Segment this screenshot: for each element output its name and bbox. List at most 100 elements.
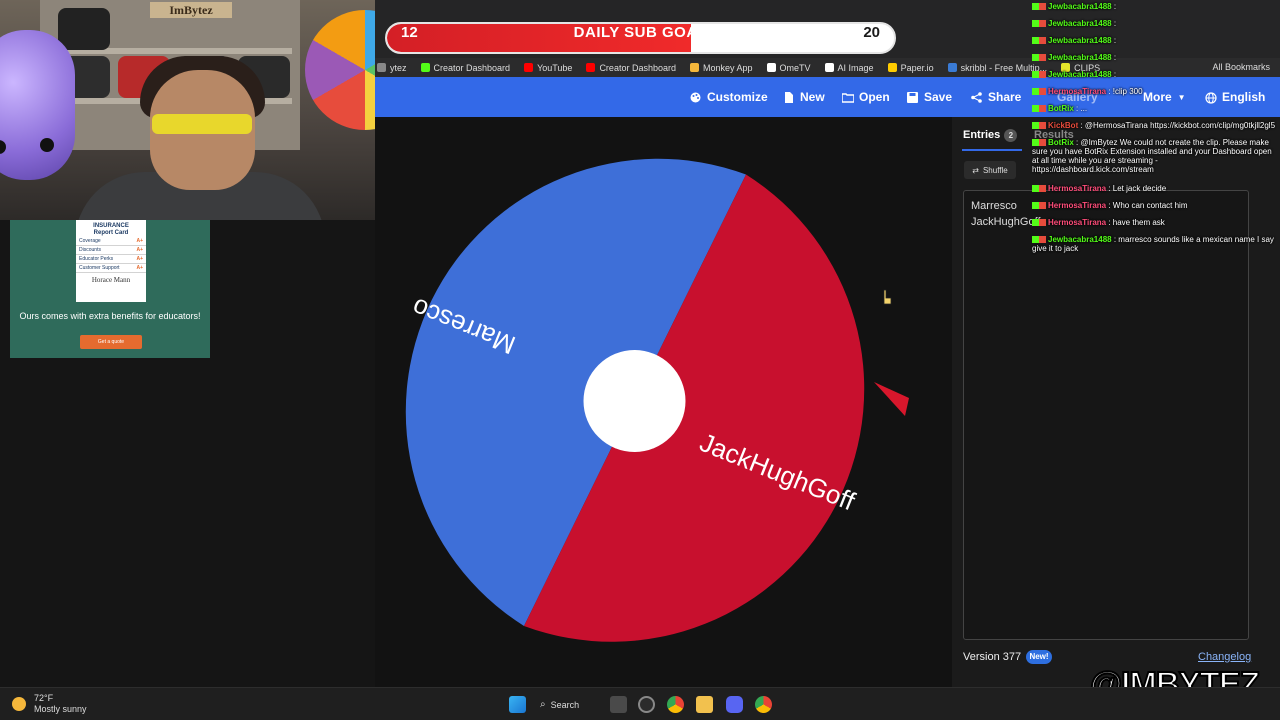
chat-text: : Let jack decide (1106, 184, 1167, 193)
chat-username: HermosaTirana (1048, 218, 1107, 227)
webcam-feed: ImBytez (0, 0, 375, 220)
taskbar-search[interactable]: ⌕ Search (540, 696, 579, 713)
start-icon[interactable] (509, 696, 526, 713)
chat-username: Jewbacabra1488 (1048, 70, 1112, 79)
active-tab-indicator (962, 149, 1022, 151)
chat-badge-icon (1032, 37, 1046, 45)
bookmark-favicon-icon (766, 63, 776, 72)
chat-text: : ... (1073, 104, 1088, 113)
chat-text: : (1111, 53, 1117, 62)
bookmark-item[interactable]: AI Image (824, 63, 874, 73)
bookmark-list: ytez Creator Dashboard YouTube Creator Dash… (375, 63, 1114, 73)
share-label: Share (988, 90, 1022, 104)
app-icon[interactable] (638, 696, 655, 713)
chat-username: Jewbacabra1488 (1048, 19, 1112, 28)
file-explorer-icon[interactable] (696, 696, 713, 713)
prize-wheel (305, 10, 375, 130)
chat-username: HermosaTirana (1048, 184, 1107, 193)
spin-wheel[interactable]: Marresco JackHughGoff (382, 148, 912, 658)
open-button[interactable]: Open (841, 77, 890, 117)
chat-text: : (1111, 36, 1117, 45)
chat-username: Jewbacabra1488 (1048, 36, 1112, 45)
eye (0, 140, 6, 154)
customize-label: Customize (707, 90, 768, 104)
entries-count-badge: 2 (1004, 129, 1018, 142)
chat-text: : @HermosaTirana https://kickbot.com/cli… (1078, 121, 1276, 130)
wheel-center-button[interactable] (583, 350, 686, 452)
bookmark-item[interactable]: OmeTV (766, 62, 811, 73)
sub-goal-label: DAILY SUB GOAL (573, 24, 708, 41)
chat-message: Jewbacabra1488 : (1032, 2, 1278, 11)
eye (40, 138, 54, 152)
tab-entries[interactable]: Entries 2 (963, 129, 1018, 142)
version-label: Version 377 (963, 651, 1022, 663)
chat-text: : !clip 300 (1106, 87, 1143, 96)
bookmark-item[interactable]: ytez (377, 63, 407, 73)
entry-line: Marresco (971, 200, 1017, 212)
chat-message: Jewbacabra1488 : (1032, 53, 1278, 62)
bookmark-label: Paper.io (900, 62, 934, 73)
chat-username: Jewbacabra1488 (1048, 2, 1112, 11)
report-card-row: Coverage A+ (76, 237, 146, 246)
share-icon (971, 91, 982, 103)
wheel-pointer (874, 382, 909, 416)
task-view-icon[interactable] (610, 696, 627, 713)
bookmark-item[interactable]: Creator Dashboard (420, 63, 510, 73)
headband (152, 114, 252, 134)
report-card-title: INSURANCE Report Card (93, 223, 129, 236)
bookmark-item[interactable]: Creator Dashboard (586, 63, 676, 73)
changelog-link[interactable]: Changelog (1198, 651, 1251, 663)
chat-badge-icon (1032, 139, 1046, 147)
shuffle-button[interactable]: ⇄ Shuffle (964, 161, 1016, 179)
taskbar: 72°F Mostly sunny ⌕ Search (0, 687, 1280, 720)
chat-text: : (1111, 70, 1117, 79)
save-label: Save (924, 90, 953, 104)
share-button[interactable]: Share (971, 77, 1021, 117)
chat-badge-icon (1032, 219, 1046, 227)
chrome-icon[interactable] (755, 696, 772, 713)
chat-message: KickBot : @HermosaTirana https://kickbot… (1032, 121, 1278, 130)
bookmark-label: Creator Dashboard (599, 62, 676, 73)
weather-widget[interactable]: 72°F Mostly sunny (12, 693, 87, 715)
bookmark-label: OmeTV (779, 62, 811, 73)
name-sign: ImBytez (150, 2, 232, 18)
chat-badge-icon (1032, 20, 1046, 28)
report-card-row: Discounts A+ (76, 246, 146, 255)
weather-condition: Mostly sunny (34, 704, 87, 714)
bookmark-favicon-icon (420, 63, 430, 72)
bookmark-favicon-icon (824, 63, 834, 72)
chat-message: HermosaTirana : !clip 300 (1032, 87, 1278, 96)
chat-message: Jewbacabra1488 : (1032, 36, 1278, 45)
chat-username: BotRix (1048, 104, 1074, 113)
sub-goal-bar: DAILY SUB GOAL 12 20 (385, 22, 896, 54)
sub-goal-current: 12 (401, 24, 418, 41)
chat-message: HermosaTirana : Who can contact him (1032, 201, 1278, 210)
discord-icon[interactable] (726, 696, 743, 713)
file-icon (783, 91, 794, 103)
bookmark-label: Monkey App (702, 62, 753, 73)
chrome-icon[interactable] (667, 696, 684, 713)
search-label: Search (550, 699, 580, 710)
bookmark-item[interactable]: Monkey App (689, 62, 753, 73)
customize-button[interactable]: Customize (690, 77, 768, 117)
get-quote-button[interactable]: Get a quote (80, 335, 142, 349)
chat-message: Jewbacabra1488 : (1032, 19, 1278, 28)
ad-brand: Horace Mann (91, 276, 131, 284)
chat-message: Jewbacabra1488 : marresco sounds like a … (1032, 235, 1278, 253)
new-badge: New! (1026, 650, 1052, 664)
chat-overlay: Jewbacabra1488 : Jewbacabra1488 : Jewbacab… (1030, 0, 1280, 260)
search-icon: ⌕ (540, 699, 546, 710)
bookmark-item[interactable]: YouTube (524, 63, 572, 73)
ad-banner[interactable]: INSURANCE Report Card Coverage A+ Discoun… (10, 220, 210, 358)
bookmark-favicon-icon (524, 63, 534, 72)
new-button[interactable]: New (783, 77, 825, 117)
bookmark-item[interactable]: Paper.io (887, 62, 934, 73)
chat-text: : Who can contact him (1106, 201, 1188, 210)
chat-username: BotRix (1048, 138, 1074, 147)
save-button[interactable]: Save (907, 77, 952, 117)
report-card-row: Educator Perks A+ (76, 255, 146, 264)
sun-icon (12, 697, 26, 711)
bookmark-favicon-icon (689, 63, 699, 72)
chat-username: KickBot (1048, 121, 1079, 130)
chat-text: : (1111, 19, 1117, 28)
